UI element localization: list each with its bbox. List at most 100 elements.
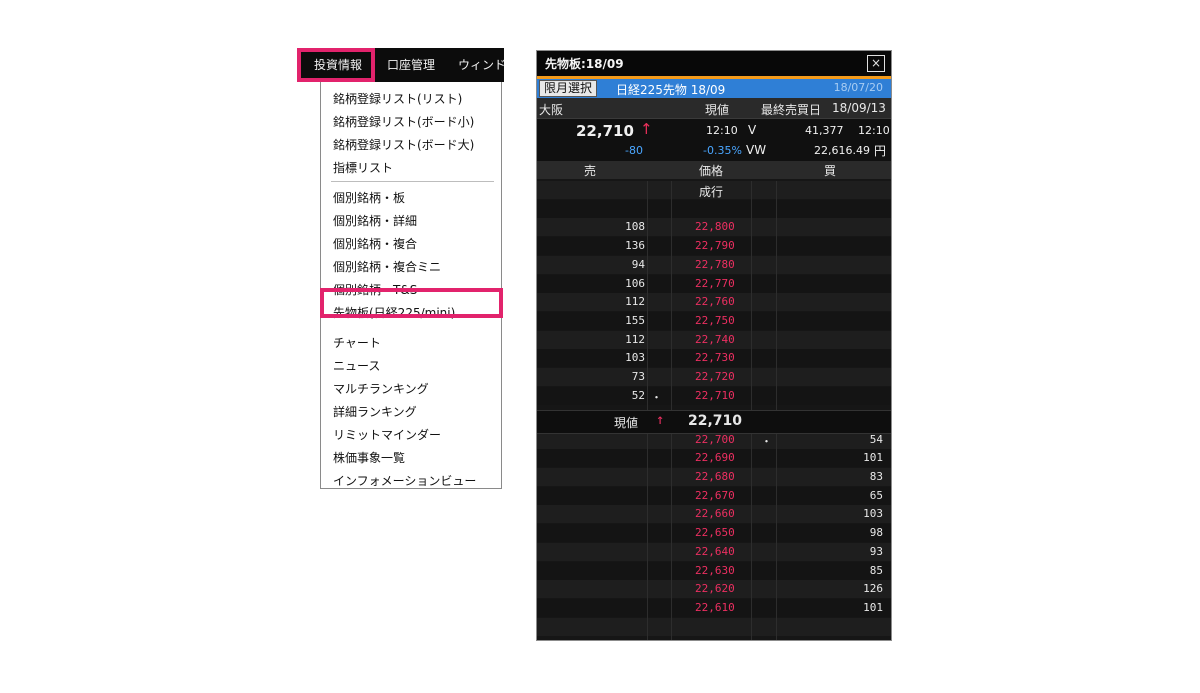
bid-quantity: 83	[869, 470, 883, 484]
last-trade-label: 最終売買日	[761, 103, 822, 117]
vwap: 22,616.49	[814, 144, 870, 157]
menu-item-limit-minder[interactable]: リミットマインダー	[333, 427, 441, 443]
up-arrow-icon: ↑	[640, 120, 653, 138]
last-price: 22,710	[576, 122, 634, 140]
ask-row[interactable]: 112 22,760	[537, 293, 891, 312]
menu-item-stock-detail[interactable]: 個別銘柄・詳細	[333, 213, 417, 229]
ask-marker: ・	[651, 390, 662, 404]
ask-price: 22,780	[695, 257, 735, 271]
price-change-percent: -0.35%	[703, 144, 742, 157]
ask-row[interactable]: 94 22,780	[537, 255, 891, 274]
menu-item-chart[interactable]: チャート	[333, 335, 381, 351]
menu-separator	[331, 181, 494, 182]
bid-quantity: 101	[863, 451, 883, 465]
bid-row[interactable]: 22,610 101	[537, 598, 891, 617]
empty-row	[537, 617, 891, 636]
bid-quantity: 93	[869, 544, 883, 558]
bid-row[interactable]: 22,650 98	[537, 524, 891, 543]
ask-row[interactable]: 108 22,800	[537, 218, 891, 237]
bid-price: 22,640	[695, 544, 735, 558]
menu-item-price-events[interactable]: 株価事象一覧	[333, 450, 405, 466]
sell-column-header: 売	[584, 164, 597, 178]
ask-row[interactable]: 52 ・ 22,710	[537, 386, 891, 405]
price-change: -80	[625, 144, 643, 157]
menubar-window[interactable]: ウィンド	[458, 48, 504, 82]
ask-price: 22,770	[695, 276, 735, 290]
bid-row[interactable]: 22,660 103	[537, 505, 891, 524]
buy-column-header: 買	[824, 164, 837, 178]
bid-price: 22,610	[695, 600, 735, 614]
market-order-label: 成行	[699, 185, 724, 199]
last-trade-date: 18/09/13	[832, 101, 886, 115]
bid-row[interactable]: 22,690 101	[537, 449, 891, 468]
bid-quantity: 54	[869, 432, 883, 446]
menu-item-watchlist-list[interactable]: 銘柄登録リスト(リスト)	[333, 91, 462, 107]
bid-price: 22,670	[695, 488, 735, 502]
bid-quantity: 65	[869, 488, 883, 502]
bid-quantity: 126	[863, 582, 883, 596]
menu-item-stock-composite[interactable]: 個別銘柄・複合	[333, 236, 417, 252]
current-label: 現値	[705, 103, 730, 117]
board-title-bar: 先物板:18/09 ×	[537, 51, 891, 76]
ask-quantity: 136	[625, 239, 645, 253]
contract-date: 18/07/20	[833, 81, 883, 94]
ask-price: 22,790	[695, 239, 735, 253]
last-time: 12:10	[706, 124, 738, 137]
ask-price: 22,740	[695, 332, 735, 346]
futures-board-highlight	[320, 288, 503, 318]
bid-price: 22,650	[695, 526, 735, 540]
menu-item-watchlist-board-small[interactable]: 銘柄登録リスト(ボード小)	[333, 114, 474, 130]
menu-item-watchlist-board-large[interactable]: 銘柄登録リスト(ボード大)	[333, 137, 474, 153]
ask-price: 22,760	[695, 295, 735, 309]
ask-quantity: 106	[625, 276, 645, 290]
menu-panel: 投資情報 口座管理 ウィンド 銘柄登録リスト(リスト) 銘柄登録リスト(ボード小…	[297, 48, 504, 489]
ask-quantity: 112	[625, 295, 645, 309]
ask-row[interactable]: 112 22,740	[537, 330, 891, 349]
bid-row[interactable]: 22,670 65	[537, 486, 891, 505]
empty-row	[537, 199, 891, 218]
month-select-button[interactable]: 限月選択	[539, 80, 598, 97]
bid-quantity: 101	[863, 600, 883, 614]
current-price-label: 現値	[614, 416, 639, 430]
menu-item-detail-ranking[interactable]: 詳細ランキング	[333, 404, 417, 420]
volume-label: V	[748, 123, 757, 137]
ask-quantity: 155	[625, 313, 645, 327]
ask-row[interactable]: 103 22,730	[537, 349, 891, 368]
ask-row[interactable]: 136 22,790	[537, 237, 891, 256]
bid-price: 22,620	[695, 582, 735, 596]
bid-quantity: 103	[863, 507, 883, 521]
bid-row[interactable]: 22,680 83	[537, 468, 891, 487]
bid-row[interactable]: 22,620 126	[537, 580, 891, 599]
ask-quantity: 112	[625, 332, 645, 346]
bid-quantity: 98	[869, 526, 883, 540]
price-summary: 22,710 ↑ 12:10 V 41,377 12:10 -80 -0.35%…	[537, 119, 891, 161]
menu-item-news[interactable]: ニュース	[333, 358, 380, 374]
ask-row[interactable]: 106 22,770	[537, 274, 891, 293]
menu-item-index-list[interactable]: 指標リスト	[333, 160, 393, 176]
bid-quantity: 85	[869, 563, 883, 577]
volume-time: 12:10	[858, 124, 890, 137]
ask-row[interactable]: 73 22,720	[537, 368, 891, 386]
vwap-label: VW	[746, 143, 767, 157]
ask-price: 22,730	[695, 351, 735, 365]
close-icon[interactable]: ×	[867, 55, 885, 72]
bid-price: 22,630	[695, 563, 735, 577]
ask-price: 22,750	[695, 313, 735, 327]
volume: 41,377	[805, 124, 844, 137]
ladder-column-header: 売 価格 買	[537, 161, 891, 179]
ask-quantity: 94	[631, 257, 645, 271]
menu-item-stock-composite-mini[interactable]: 個別銘柄・複合ミニ	[333, 259, 441, 275]
bid-row[interactable]: 22,630 85	[537, 561, 891, 580]
bid-row[interactable]: 22,640 93	[537, 542, 891, 561]
ask-quantity: 73	[631, 370, 645, 383]
ask-row[interactable]: 155 22,750	[537, 311, 891, 330]
investment-info-highlight	[297, 48, 375, 82]
menu-item-information-view[interactable]: インフォメーションビュー	[333, 473, 476, 489]
bid-price: 22,700	[695, 432, 735, 446]
ask-quantity: 52	[631, 388, 645, 402]
menubar-account-management[interactable]: 口座管理	[387, 48, 435, 82]
bid-price: 22,680	[695, 470, 735, 484]
menu-item-stock-board[interactable]: 個別銘柄・板	[333, 190, 405, 206]
market-order-row[interactable]: 成行	[537, 181, 891, 199]
menu-item-multi-ranking[interactable]: マルチランキング	[333, 381, 429, 397]
